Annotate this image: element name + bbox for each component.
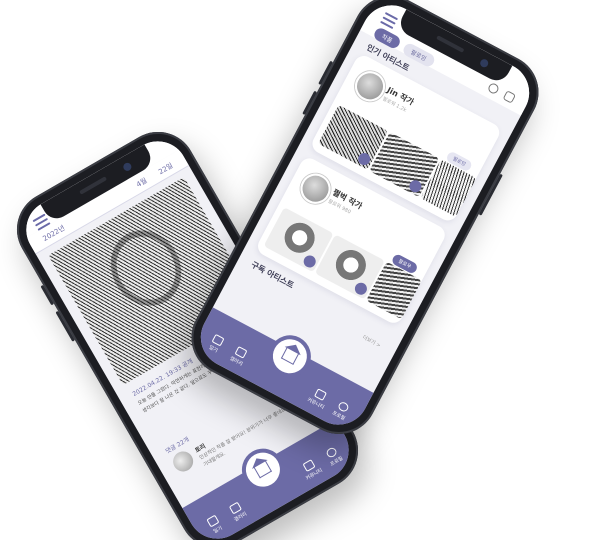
bottom-nav: 일기 갤러리 커뮤니티 프로필 xyxy=(182,419,360,540)
nav-label: 일기 xyxy=(207,344,219,355)
home-button[interactable] xyxy=(239,446,286,494)
alarm-icon[interactable] xyxy=(502,90,517,104)
day-label[interactable]: 22일 xyxy=(157,161,175,177)
year-label[interactable]: 2022년 xyxy=(41,223,67,244)
artists-screen: 작품 팔로잉 인기 아티스트 Jin 작가 팔로워 1.2k 팔로잉 쩔벅 작가… xyxy=(190,0,540,436)
community-icon xyxy=(313,388,327,401)
nav-gallery[interactable]: 갤러리 xyxy=(224,343,254,370)
gallery-icon xyxy=(234,346,248,359)
phone-artists: 작품 팔로잉 인기 아티스트 Jin 작가 팔로워 1.2k 팔로잉 쩔벅 작가… xyxy=(178,0,552,448)
nav-label: 일기 xyxy=(212,525,224,536)
nav-label: 프로필 xyxy=(330,410,346,422)
more-link[interactable]: 더보기 > xyxy=(361,334,382,349)
search-icon[interactable] xyxy=(486,81,501,96)
top-icons xyxy=(486,81,517,104)
diary-icon xyxy=(211,333,225,347)
profile-icon xyxy=(336,400,350,414)
home-button[interactable] xyxy=(266,333,313,380)
month-label[interactable]: 4월 xyxy=(135,176,149,190)
nav-profile[interactable]: 프로필 xyxy=(326,397,356,424)
mockup-stage: 2022년 4월 22일 2022.04.22. 19:33 공개 오늘 만들 … xyxy=(0,0,590,540)
